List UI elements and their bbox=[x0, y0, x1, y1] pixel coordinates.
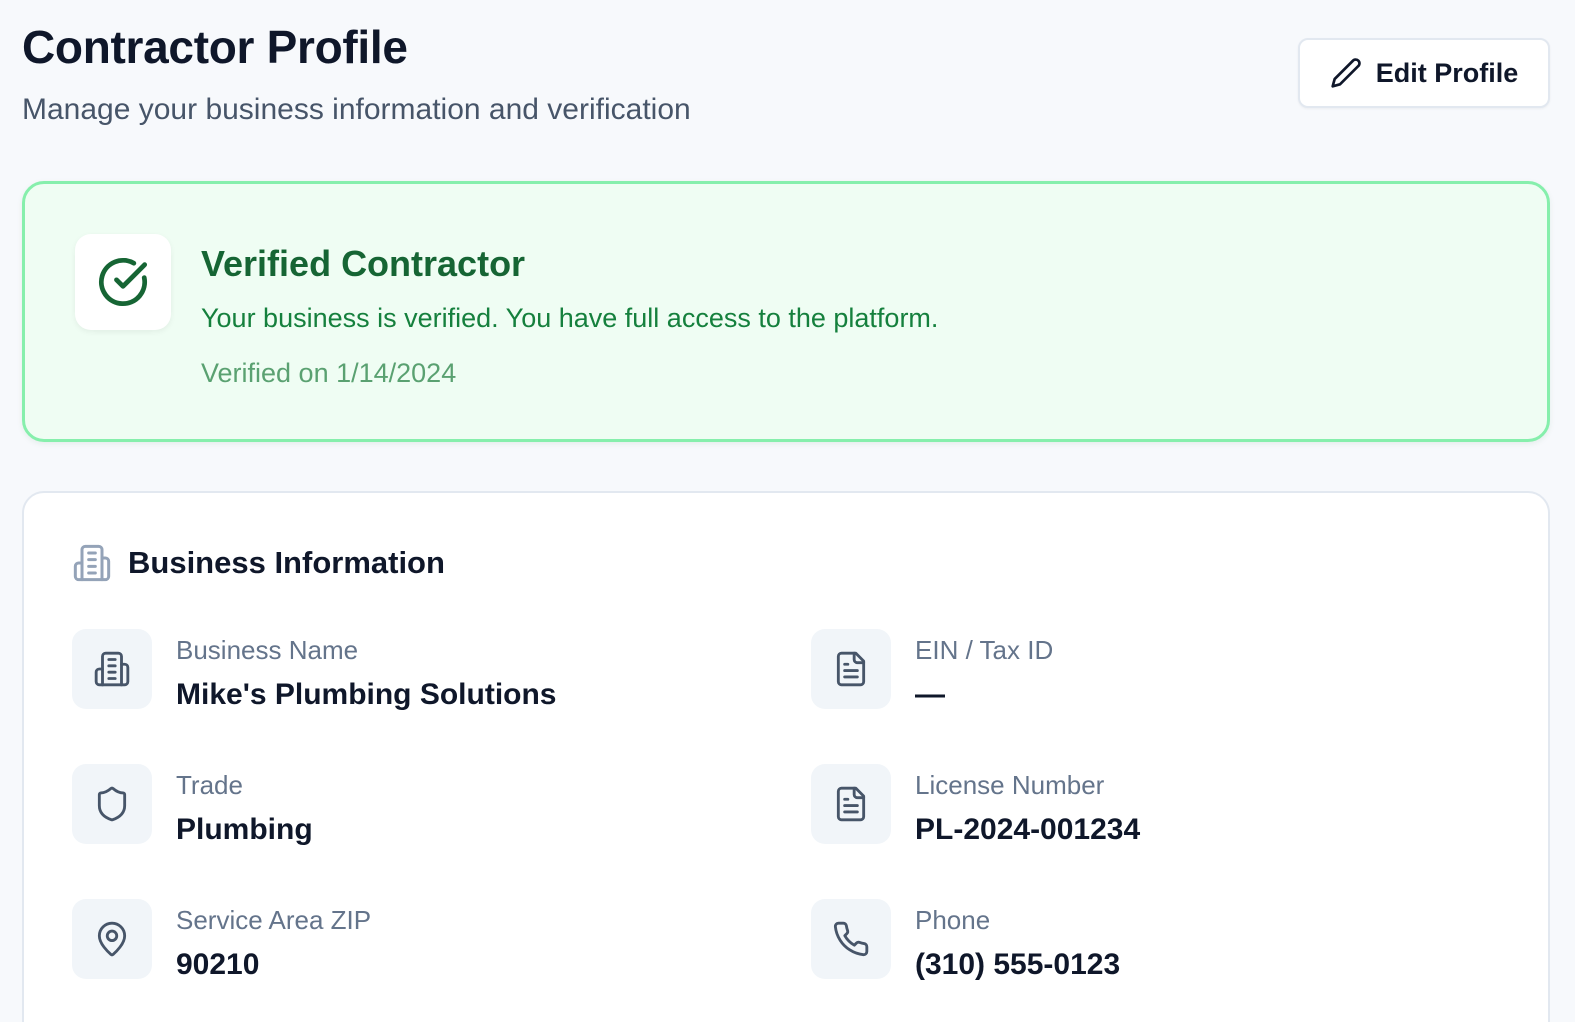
verified-title: Verified Contractor bbox=[201, 243, 526, 284]
edit-profile-label: Edit Profile bbox=[1375, 57, 1519, 88]
page-subtitle: Manage your business information and ver… bbox=[22, 93, 691, 126]
field-label: Service Area ZIP bbox=[176, 905, 372, 935]
field-service-area-zip: Service Area ZIP 90210 bbox=[72, 899, 752, 981]
map-pin-icon bbox=[93, 920, 131, 958]
field-label: License Number bbox=[915, 770, 1105, 800]
field-license-number: License Number PL-2024-001234 bbox=[811, 764, 1491, 846]
contractor-profile-page: Contractor Profile Manage your business … bbox=[0, 0, 1575, 1022]
field-icon-box bbox=[811, 629, 891, 709]
field-label: Trade bbox=[176, 770, 243, 800]
verified-date: Verified on 1/14/2024 bbox=[201, 358, 457, 388]
section-header: Business Information bbox=[72, 543, 445, 583]
building-icon bbox=[72, 543, 112, 583]
building-icon bbox=[93, 650, 131, 688]
field-value: Mike's Plumbing Solutions bbox=[176, 678, 557, 711]
phone-icon bbox=[832, 920, 870, 958]
field-value: 90210 bbox=[176, 948, 260, 981]
field-value: PL-2024-001234 bbox=[915, 813, 1141, 846]
field-icon-box bbox=[72, 899, 152, 979]
field-ein-tax-id: EIN / Tax ID — bbox=[811, 629, 1491, 711]
field-icon-box bbox=[811, 764, 891, 844]
business-information-card: Business Information Business Name Mike'… bbox=[22, 491, 1550, 1022]
verified-description: Your business is verified. You have full… bbox=[201, 303, 939, 333]
field-value: (310) 555-0123 bbox=[915, 948, 1121, 981]
field-trade: Trade Plumbing bbox=[72, 764, 752, 846]
section-title: Business Information bbox=[128, 545, 445, 580]
field-value: Plumbing bbox=[176, 813, 313, 846]
field-icon-box bbox=[811, 899, 891, 979]
field-icon-box bbox=[72, 629, 152, 709]
shield-icon bbox=[93, 785, 131, 823]
edit-profile-button[interactable]: Edit Profile bbox=[1298, 38, 1550, 108]
verified-check-icon-box bbox=[75, 234, 171, 330]
field-business-name: Business Name Mike's Plumbing Solutions bbox=[72, 629, 752, 711]
field-value: — bbox=[915, 678, 945, 711]
field-label: EIN / Tax ID bbox=[915, 635, 1054, 665]
page-title: Contractor Profile bbox=[22, 21, 408, 73]
field-label: Business Name bbox=[176, 635, 359, 665]
field-icon-box bbox=[72, 764, 152, 844]
verification-status-card: Verified Contractor Your business is ver… bbox=[22, 181, 1550, 442]
document-icon bbox=[832, 650, 870, 688]
document-icon bbox=[832, 785, 870, 823]
check-circle-icon bbox=[97, 256, 149, 308]
field-phone: Phone (310) 555-0123 bbox=[811, 899, 1491, 981]
pencil-icon bbox=[1330, 57, 1362, 89]
field-label: Phone bbox=[915, 905, 991, 935]
